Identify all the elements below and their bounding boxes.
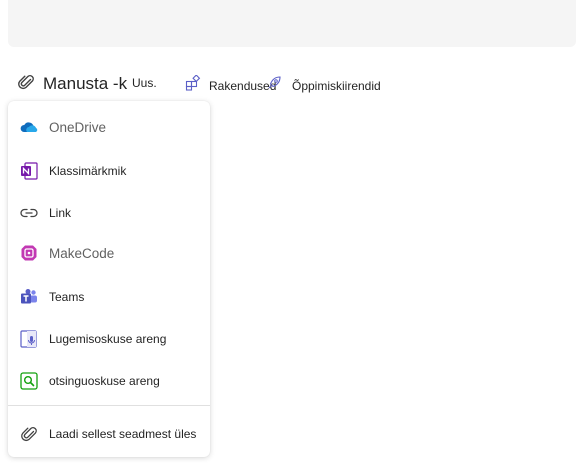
menu-item-reading-progress[interactable]: Lugemisoskuse areng [8,324,210,354]
text-input-area[interactable] [8,0,576,47]
learning-accelerators-label: Õppimiskiirendid [292,78,381,93]
menu-item-teams[interactable]: Teams [8,282,210,312]
menu-divider [8,405,210,406]
menu-item-makecode[interactable]: MakeCode [8,238,210,268]
menu-item-onedrive[interactable]: OneDrive [8,112,210,142]
menu-item-link[interactable]: Link [8,198,210,228]
rocket-icon [266,75,282,96]
new-label: Uus. [132,76,157,90]
onedrive-icon [19,117,39,137]
onenote-icon [19,161,39,181]
attach-button[interactable]: Manusta -k [18,73,127,95]
menu-item-upload-from-device[interactable]: Laadi sellest seadmest üles [8,419,210,449]
attach-menu: OneDrive Klassimärkmik Link MakeCode Tea… [8,101,210,457]
menu-item-label: MakeCode [49,245,115,261]
apps-icon [185,74,201,96]
reading-progress-icon [19,329,39,349]
new-button[interactable]: Uus. [132,76,157,90]
paperclip-icon [18,73,34,96]
menu-item-label: OneDrive [49,119,107,135]
paperclip-icon [19,424,39,444]
attach-label: Manusta -k [43,74,128,93]
menu-item-label: Laadi sellest seadmest üles [49,427,197,441]
menu-item-label: Lugemisoskuse areng [49,332,167,346]
menu-item-class-notebook[interactable]: Klassimärkmik [8,156,210,186]
search-progress-icon [19,371,39,391]
makecode-icon [19,243,39,263]
apps-button[interactable]: Rakendused [185,74,276,96]
link-icon [19,203,39,223]
learning-accelerators-button[interactable]: Õppimiskiirendid [266,75,381,96]
menu-item-label: Teams [49,290,85,304]
menu-item-label: Link [49,206,72,220]
menu-item-search-progress[interactable]: otsinguoskuse areng [8,366,210,396]
teams-icon [19,287,39,307]
menu-item-label: Klassimärkmik [49,164,127,178]
menu-item-label: otsinguoskuse areng [49,374,160,388]
